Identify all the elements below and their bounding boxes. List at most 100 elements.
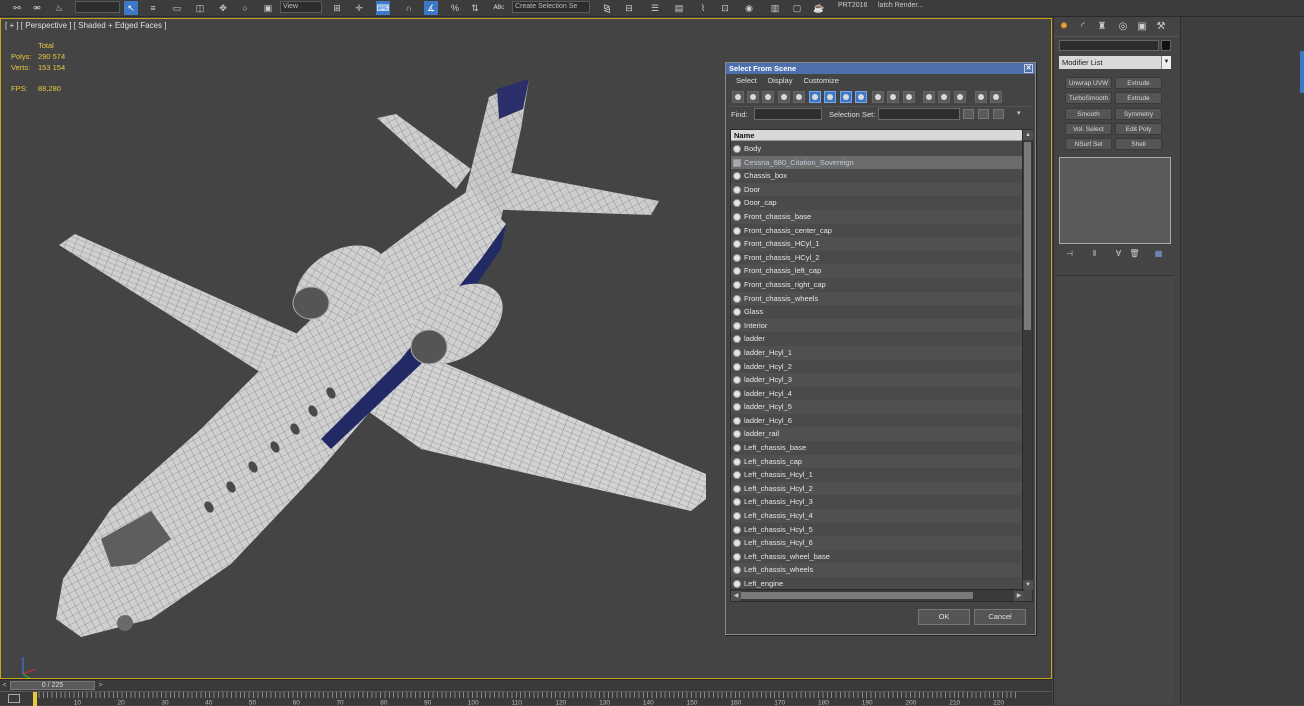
list-item[interactable]: Left_chassis_wheel_base bbox=[731, 550, 1023, 564]
curve-editor-icon[interactable]: ⌇ bbox=[696, 1, 710, 15]
create-tab-icon[interactable]: ✹ bbox=[1057, 20, 1071, 34]
current-frame-marker[interactable] bbox=[33, 692, 37, 706]
name-column-header[interactable]: Name bbox=[731, 130, 1023, 141]
horizontal-scrollbar[interactable]: ◀ ▶ bbox=[731, 589, 1024, 601]
named-selection-sets-dropdown[interactable]: Create Selection Se bbox=[512, 1, 590, 13]
list-item[interactable]: Body bbox=[731, 142, 1023, 156]
turbosmooth-button[interactable]: TurboSmooth bbox=[1065, 92, 1112, 104]
find-input[interactable] bbox=[754, 108, 822, 120]
display-xrefs-icon[interactable] bbox=[840, 91, 852, 103]
render-setup-icon[interactable]: ▥ bbox=[768, 1, 782, 15]
list-item[interactable]: ladder bbox=[731, 332, 1023, 346]
display-geometry-icon[interactable] bbox=[732, 91, 744, 103]
extrude-button-2[interactable]: Extrude bbox=[1115, 92, 1162, 104]
reference-coordinate-dropdown[interactable]: View bbox=[280, 1, 322, 13]
modifier-stack[interactable] bbox=[1059, 157, 1171, 244]
material-editor-icon[interactable]: ◉ bbox=[742, 1, 756, 15]
select-manipulate-icon[interactable]: ✛ bbox=[352, 1, 366, 15]
list-item[interactable]: Chassis_box bbox=[731, 169, 1023, 183]
modifier-list-dropdown[interactable]: Modifier List ▼ bbox=[1059, 56, 1171, 69]
filter-icon[interactable] bbox=[975, 91, 987, 103]
bind-space-warp-icon[interactable]: ♨ bbox=[52, 1, 66, 15]
previous-frame-icon[interactable]: < bbox=[0, 680, 9, 691]
edit-named-selection-icon[interactable]: ᴬᴮᶜ bbox=[492, 1, 506, 15]
list-item[interactable]: ladder_Hcyl_6 bbox=[731, 414, 1023, 428]
toggle-ribbon-icon[interactable]: ▤ bbox=[672, 1, 686, 15]
menu-customize[interactable]: Customize bbox=[803, 76, 838, 85]
list-item[interactable]: Front_chassis_HCyl_1 bbox=[731, 237, 1023, 251]
display-space-warps-icon[interactable] bbox=[809, 91, 821, 103]
chevron-down-icon[interactable]: ▾ bbox=[1017, 109, 1021, 117]
keyboard-shortcut-override-icon[interactable]: ⌨ bbox=[376, 1, 390, 15]
menu-display[interactable]: Display bbox=[768, 76, 793, 85]
modify-tab-icon[interactable]: ◜ bbox=[1076, 20, 1090, 34]
vol-select-button[interactable]: Vol. Select bbox=[1065, 123, 1112, 135]
select-by-name-icon[interactable]: ≡ bbox=[146, 1, 160, 15]
configure-modifier-sets-icon[interactable]: ▦ bbox=[1153, 248, 1164, 259]
list-item[interactable]: Left_chassis_Hcyl_5 bbox=[731, 523, 1023, 537]
filter-options-icon[interactable] bbox=[990, 91, 1002, 103]
list-item[interactable]: Front_chassis_left_cap bbox=[731, 264, 1023, 278]
display-frozen-icon[interactable] bbox=[887, 91, 899, 103]
edit-selection-set-icon[interactable] bbox=[993, 109, 1004, 119]
remove-selection-set-icon[interactable] bbox=[978, 109, 989, 119]
vertical-scroll-thumb[interactable] bbox=[1024, 142, 1031, 330]
move-icon[interactable]: ✥ bbox=[216, 1, 230, 15]
display-helpers-icon[interactable] bbox=[793, 91, 805, 103]
vertical-scrollbar[interactable]: ▲ ▼ bbox=[1022, 130, 1032, 590]
shell-button[interactable]: Shell bbox=[1115, 138, 1162, 150]
edit-poly-button[interactable]: Edit Poly bbox=[1115, 123, 1162, 135]
chevron-down-icon[interactable]: ▼ bbox=[1161, 56, 1171, 69]
window-crossing-icon[interactable]: ◫ bbox=[193, 1, 207, 15]
pin-stack-icon[interactable]: ⊣ bbox=[1064, 248, 1075, 259]
rotate-icon[interactable]: ○ bbox=[238, 1, 252, 15]
rectangular-selection-icon[interactable]: ▭ bbox=[170, 1, 184, 15]
render-preset-label[interactable]: PRT2016 bbox=[838, 2, 867, 9]
list-item[interactable]: ladder_Hcyl_5 bbox=[731, 400, 1023, 414]
list-item[interactable]: Left_chassis_cap bbox=[731, 455, 1023, 469]
render-production-icon[interactable]: ☕ bbox=[812, 1, 826, 15]
unlink-icon[interactable]: ⚮ bbox=[30, 1, 44, 15]
display-lights-icon[interactable] bbox=[762, 91, 774, 103]
rendered-frame-window-icon[interactable]: ▢ bbox=[790, 1, 804, 15]
list-item[interactable]: ladder_Hcyl_1 bbox=[731, 346, 1023, 360]
utilities-tab-icon[interactable]: ⚒ bbox=[1154, 20, 1168, 34]
ok-button[interactable]: OK bbox=[918, 609, 970, 625]
panel-scroll-indicator[interactable] bbox=[1300, 51, 1304, 93]
list-item[interactable]: Door bbox=[731, 183, 1023, 197]
viewport-label[interactable]: [ + ] [ Perspective ] [ Shaded + Edged F… bbox=[5, 21, 166, 30]
nsurf-sel-button[interactable]: NSurf Sel bbox=[1065, 138, 1112, 150]
display-tab-icon[interactable]: ▣ bbox=[1135, 20, 1149, 34]
list-item[interactable]: Glass bbox=[731, 305, 1023, 319]
make-unique-icon[interactable]: ∀ bbox=[1113, 248, 1124, 259]
link-icon[interactable]: ⚯ bbox=[10, 1, 24, 15]
maxscript-listener-icon[interactable] bbox=[8, 694, 20, 703]
list-item[interactable]: Left_chassis_wheels bbox=[731, 563, 1023, 577]
list-item[interactable]: Front_chassis_HCyl_2 bbox=[731, 251, 1023, 265]
close-icon[interactable]: ✕ bbox=[1024, 64, 1033, 73]
select-all-icon[interactable] bbox=[923, 91, 935, 103]
object-list-body[interactable]: BodyCessna_680_Citation_SovereignChassis… bbox=[731, 142, 1023, 590]
select-none-icon[interactable] bbox=[938, 91, 950, 103]
snaps-toggle-icon[interactable]: ∩ bbox=[402, 1, 416, 15]
scale-icon[interactable]: ▣ bbox=[261, 1, 275, 15]
scroll-down-icon[interactable]: ▼ bbox=[1023, 580, 1033, 590]
display-groups-icon[interactable] bbox=[824, 91, 836, 103]
layer-explorer-icon[interactable]: ☰ bbox=[648, 1, 662, 15]
list-item[interactable]: Interior bbox=[731, 319, 1023, 333]
next-frame-icon[interactable]: > bbox=[96, 680, 105, 691]
mirror-icon[interactable]: ⧎ bbox=[600, 1, 614, 15]
show-end-result-icon[interactable]: ‖ bbox=[1089, 248, 1100, 259]
list-item[interactable]: Front_chassis_center_cap bbox=[731, 224, 1023, 238]
select-object-icon[interactable]: ↖ bbox=[124, 1, 138, 15]
selection-set-dropdown[interactable] bbox=[878, 108, 960, 120]
list-item[interactable]: Left_chassis_Hcyl_4 bbox=[731, 509, 1023, 523]
horizontal-scroll-thumb[interactable] bbox=[741, 592, 973, 599]
display-containers-icon[interactable] bbox=[872, 91, 884, 103]
display-shapes-icon[interactable] bbox=[747, 91, 759, 103]
remove-modifier-icon[interactable]: 🗑 bbox=[1129, 248, 1140, 259]
object-name-field[interactable] bbox=[1059, 40, 1159, 51]
dialog-title-bar[interactable]: Select From Scene ✕ bbox=[726, 63, 1035, 74]
list-item[interactable]: Left_chassis_Hcyl_6 bbox=[731, 536, 1023, 550]
object-color-swatch[interactable] bbox=[1161, 40, 1171, 51]
